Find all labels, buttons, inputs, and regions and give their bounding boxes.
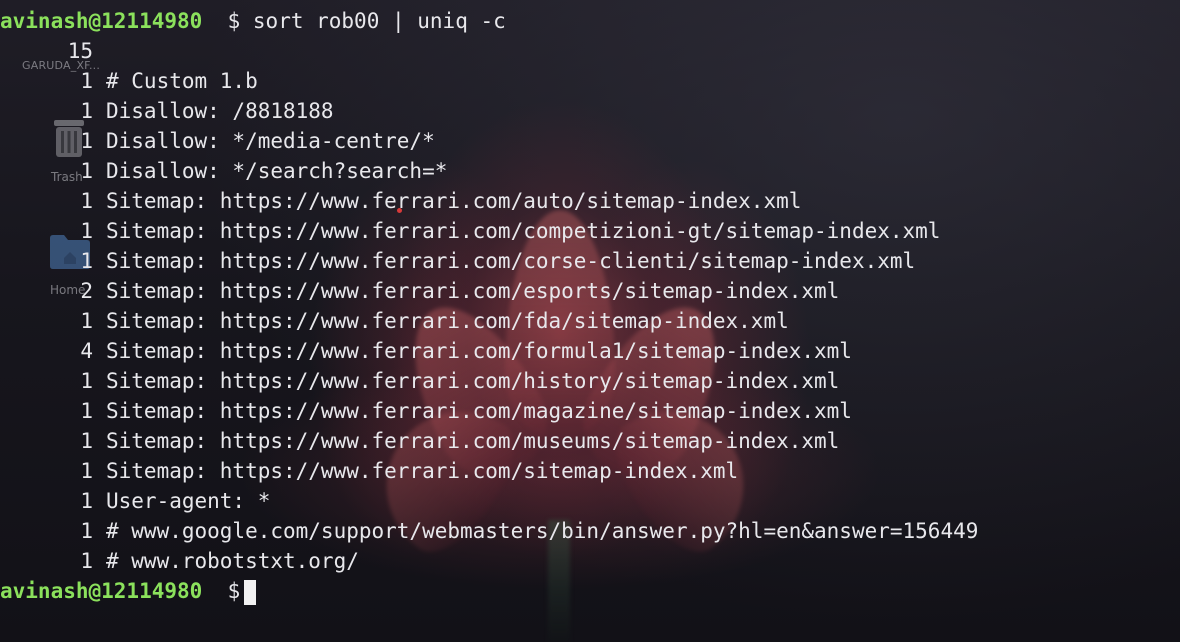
uniq-count: 1	[80, 159, 93, 183]
output-text: Disallow: */media-centre/*	[106, 129, 435, 153]
uniq-count: 1	[80, 369, 93, 393]
text-cursor	[244, 579, 257, 605]
uniq-count: 1	[80, 549, 93, 573]
uniq-count: 15	[67, 39, 93, 63]
uniq-count: 4	[80, 339, 93, 363]
output-line: 1 Disallow: */search?search=*	[0, 156, 447, 186]
uniq-count: 1	[80, 99, 93, 123]
uniq-count: 1	[80, 399, 93, 423]
output-text: Sitemap: https://www.ferrari.com/corse-c…	[106, 249, 916, 273]
uniq-count: 1	[80, 489, 93, 513]
output-line: 1 # www.google.com/support/webmasters/bin…	[0, 516, 978, 546]
output-text: User-agent: *	[106, 489, 271, 513]
prompt-symbol: $	[227, 9, 241, 33]
uniq-count: 1	[80, 519, 93, 543]
output-line: 1 Sitemap: https://www.ferrari.com/magazi…	[0, 396, 852, 426]
output-text: Sitemap: https://www.ferrari.com/auto/si…	[106, 189, 802, 213]
uniq-count: 1	[80, 249, 93, 273]
prompt-symbol: $	[227, 579, 241, 603]
output-line: 1 Sitemap: https://www.ferrari.com/fda/si…	[0, 306, 789, 336]
output-text: Sitemap: https://www.ferrari.com/magazin…	[106, 399, 852, 423]
output-line: 1 Sitemap: https://www.ferrari.com/histor…	[0, 366, 839, 396]
output-line: 1 Sitemap: https://www.ferrari.com/corse-…	[0, 246, 915, 276]
output-text: Sitemap: https://www.ferrari.com/formula…	[106, 339, 852, 363]
command-text: sort rob00 | uniq -c	[252, 9, 506, 33]
output-text: Sitemap: https://www.ferrari.com/esports…	[106, 279, 840, 303]
output-line: 1 Disallow: /8818188	[0, 96, 334, 126]
output-line: 1 Sitemap: https://www.ferrari.com/compet…	[0, 216, 940, 246]
uniq-count: 1	[80, 429, 93, 453]
uniq-count: 1	[80, 129, 93, 153]
uniq-count: 1	[80, 219, 93, 243]
output-line: 1 # www.robotstxt.org/	[0, 546, 359, 576]
desktop-background: GARUDA_XF... Trash Home avinash@12114980…	[0, 0, 1180, 642]
output-line: 1 Sitemap: https://www.ferrari.com/sitema…	[0, 456, 738, 486]
uniq-count: 1	[80, 309, 93, 333]
prompt-user: avinash@12114980	[0, 9, 203, 33]
uniq-count: 1	[80, 459, 93, 483]
output-text: Sitemap: https://www.ferrari.com/museums…	[106, 429, 840, 453]
output-line: 1 Sitemap: https://www.ferrari.com/museum…	[0, 426, 839, 456]
command-line: avinash@12114980 $ sort rob00 | uniq -c	[0, 6, 506, 36]
active-prompt-line[interactable]: avinash@12114980 $	[0, 576, 257, 606]
uniq-count: 1	[80, 69, 93, 93]
output-line: 4 Sitemap: https://www.ferrari.com/formul…	[0, 336, 852, 366]
output-text: Sitemap: https://www.ferrari.com/fda/sit…	[106, 309, 789, 333]
output-text: Sitemap: https://www.ferrari.com/history…	[106, 369, 840, 393]
output-line: 2 Sitemap: https://www.ferrari.com/esport…	[0, 276, 839, 306]
prompt-user: avinash@12114980	[0, 579, 203, 603]
output-line: 15	[0, 36, 93, 66]
mouse-pointer-dot	[397, 208, 402, 213]
output-text: # Custom 1.b	[106, 69, 258, 93]
terminal-window[interactable]: avinash@12114980 $ sort rob00 | uniq -c …	[0, 0, 1180, 642]
output-line: 1 User-agent: *	[0, 486, 270, 516]
output-text: Sitemap: https://www.ferrari.com/sitemap…	[106, 459, 739, 483]
output-text: Disallow: /8818188	[106, 99, 334, 123]
uniq-count: 2	[80, 279, 93, 303]
output-text: Sitemap: https://www.ferrari.com/competi…	[106, 219, 941, 243]
output-text: # www.google.com/support/webmasters/bin/…	[106, 519, 979, 543]
output-text: # www.robotstxt.org/	[106, 549, 359, 573]
output-line: 1 Disallow: */media-centre/*	[0, 126, 435, 156]
output-text: Disallow: */search?search=*	[106, 159, 448, 183]
uniq-count: 1	[80, 189, 93, 213]
output-line: 1 # Custom 1.b	[0, 66, 258, 96]
